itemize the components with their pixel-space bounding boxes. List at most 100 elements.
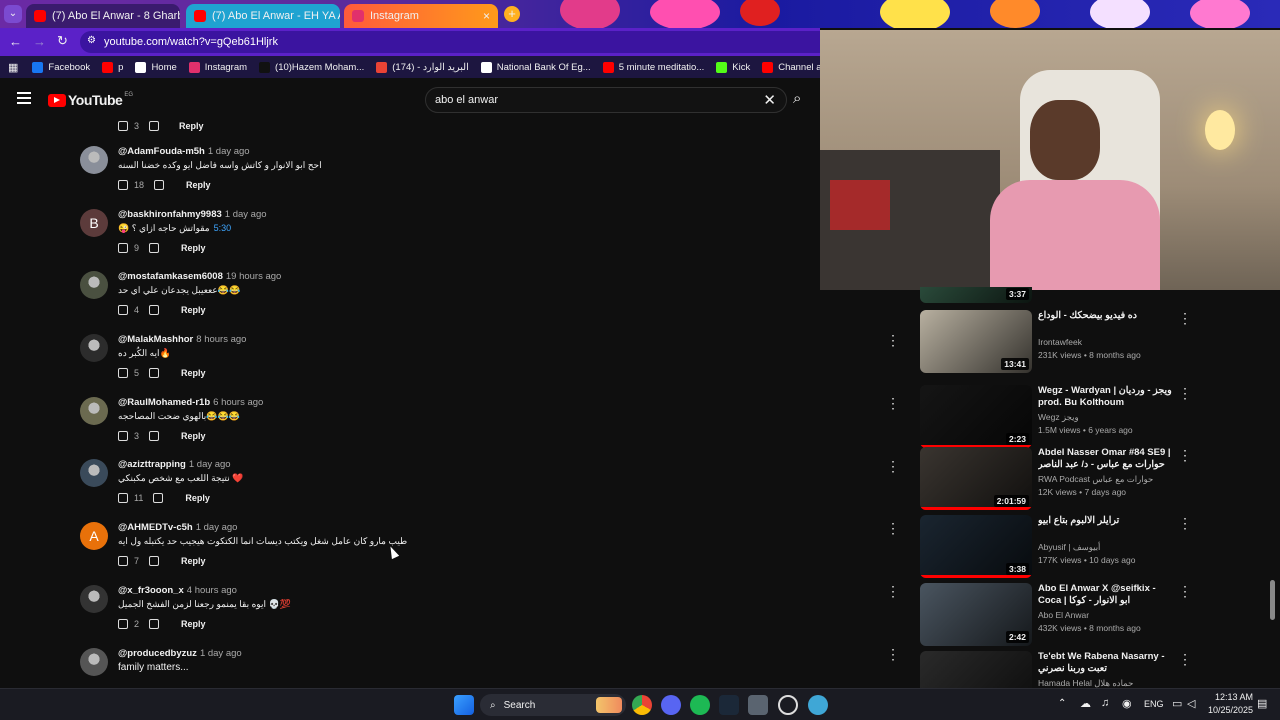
video-thumbnail[interactable]: 2:01:59 [920,447,1032,510]
comment-time[interactable]: 1 day ago [208,146,250,157]
onedrive-icon[interactable]: ☁ [1080,697,1091,710]
tab-1[interactable]: (7) Abo El Anwar - 8 Gharb 🔇 × [26,4,180,28]
reply-button[interactable]: Reply [181,305,206,315]
thumbs-up-icon[interactable] [118,556,128,566]
chrome-icon[interactable] [632,695,652,715]
video-channel[interactable]: Abo El Anwar [1038,610,1089,620]
comment-time[interactable]: 4 hours ago [187,585,237,596]
related-video[interactable]: 13:41 ده فيديو بيضحكك - الوداع Irontawfeek… [920,310,1220,374]
reply-button[interactable]: Reply [181,431,206,441]
comment-author[interactable]: @mostafamkasem6008 [118,271,223,282]
apps-grid-icon[interactable]: ▦ [8,61,18,74]
bookmark-item[interactable]: National Bank Of Eg... [480,61,591,73]
bookmark-item[interactable]: (10)Hazem Moham... [259,61,364,73]
comment-author[interactable]: @x_fr3ooon_x [118,585,184,596]
related-video[interactable]: 2:42 Abo El Anwar X @seifkix - Coca | ابو… [920,583,1220,647]
back-icon[interactable]: ← [9,34,22,49]
bookmark-item[interactable]: Kick [716,61,750,73]
video-channel[interactable]: Wegz ويجز [1038,412,1079,423]
language-indicator[interactable]: ENG [1144,699,1164,709]
search-icon[interactable]: ⌕ [793,90,801,107]
avatar[interactable] [80,397,108,425]
video-title[interactable]: Wegz - Wardyan | ويجز - ورديان prod. Bu … [1038,385,1176,409]
more-actions-icon[interactable]: ⋮ [1178,583,1192,600]
obs-icon[interactable] [778,695,798,715]
new-tab-button[interactable]: + [504,6,520,22]
related-video[interactable]: 3:37 [920,287,1220,303]
timestamp-link[interactable]: 5:30 [214,223,232,234]
more-actions-icon[interactable]: ⋮ [1178,447,1192,464]
tab-3[interactable]: Instagram × [344,4,498,28]
avatar[interactable] [80,271,108,299]
reply-button[interactable]: Reply [185,493,210,503]
more-actions-icon[interactable]: ⋮ [1178,310,1192,327]
avatar[interactable]: A [80,522,108,550]
search-input[interactable]: abo el anwar ✕ [425,87,787,113]
comment-author[interactable]: @azizttrapping [118,459,186,470]
reply-button[interactable]: Reply [181,556,206,566]
microphone-icon[interactable]: ◉ [1122,697,1132,710]
bookmark-item[interactable]: (174) - البريد الوارد [376,61,469,73]
video-title[interactable]: Abdel Nasser Omar #84 SE9 | حوارات مع عب… [1038,447,1176,471]
more-actions-icon[interactable]: ⋮ [1178,385,1192,402]
taskbar-search[interactable]: ⌕ Search [480,694,626,716]
bookmark-item[interactable]: Instagram [188,61,247,73]
avatar[interactable]: B [80,209,108,237]
video-thumbnail[interactable]: 3:38 [920,515,1032,578]
app-icon[interactable] [808,695,828,715]
video-channel[interactable]: Irontawfeek [1038,337,1082,347]
comment-time[interactable]: 1 day ago [225,209,267,220]
video-channel[interactable]: RWA Podcast حوارات مع عباس [1038,474,1153,485]
forward-icon[interactable]: → [33,34,46,49]
thumbs-down-icon[interactable] [154,180,165,190]
thumbs-down-icon[interactable] [153,493,164,503]
more-actions-icon[interactable]: ⋮ [1178,515,1192,532]
clock-time[interactable]: 12:13 AM [1205,692,1253,702]
reply-button[interactable]: Reply [181,619,206,629]
reply-button[interactable]: Reply [181,368,206,378]
comment-time[interactable]: 1 day ago [189,459,231,470]
comment-author[interactable]: @MalakMashhor [118,334,193,345]
close-icon[interactable]: × [477,9,490,23]
avatar[interactable] [80,459,108,487]
thumbs-up-icon[interactable] [118,305,128,315]
more-actions-icon[interactable]: ⋮ [886,520,900,537]
comment-time[interactable]: 8 hours ago [196,334,246,345]
more-actions-icon[interactable]: ⋮ [886,583,900,600]
video-title[interactable]: Abo El Anwar X @seifkix - Coca | ابو الا… [1038,583,1176,607]
scrollbar-thumb[interactable] [1270,580,1275,620]
comment-author[interactable]: @AHMEDTv-c5h [118,522,193,533]
url-field[interactable]: ⚙ youtube.com/watch?v=gQeb61Hljrk [80,31,820,53]
youtube-logo[interactable]: YouTube EG [48,92,133,108]
thumbs-up-icon[interactable] [118,368,128,378]
thumbs-up-icon[interactable] [118,180,128,190]
reload-icon[interactable]: ↻ [57,33,68,49]
comment-author[interactable]: @RaulMohamed-r1b [118,397,210,408]
video-thumbnail[interactable]: 2:23 [920,385,1032,448]
bookmark-item[interactable]: Channel analytics -... [762,61,820,73]
discord-icon[interactable] [661,695,681,715]
comment-author[interactable]: @AdamFouda-m5h [118,146,205,157]
reply-button[interactable]: Reply [186,180,211,190]
thumbs-down-icon[interactable] [149,619,160,629]
thumbs-down-icon[interactable] [149,121,160,131]
thumbs-down-icon[interactable] [149,431,160,441]
reply-button[interactable]: Reply [181,243,206,253]
headset-icon[interactable]: ♫ [1101,697,1109,709]
comment-time[interactable]: 1 day ago [196,522,238,533]
video-thumbnail[interactable]: 13:41 [920,310,1032,373]
comment-author[interactable]: @producedbyzuz [118,648,197,659]
chevron-up-icon[interactable]: ⌃ [1058,698,1066,709]
settings-icon[interactable] [748,695,768,715]
related-video[interactable]: 3:38 ترايلر الالبوم بتاع ابيو Abyusif | أب… [920,515,1220,579]
clear-search-icon[interactable]: ✕ [763,91,776,109]
bookmark-item[interactable]: p [102,61,123,73]
video-thumbnail[interactable]: 3:37 [920,287,1032,303]
more-actions-icon[interactable]: ⋮ [886,332,900,349]
more-actions-icon[interactable]: ⋮ [1178,651,1192,668]
notification-icon[interactable]: ▤ [1257,697,1267,710]
thumbs-up-icon[interactable] [118,619,128,629]
comment-author[interactable]: @baskhironfahmy9983 [118,209,222,220]
video-title[interactable]: Te'ebt We Rabena Nasarny - تعبت وربنا نص… [1038,651,1176,675]
thumbs-down-icon[interactable] [149,556,160,566]
